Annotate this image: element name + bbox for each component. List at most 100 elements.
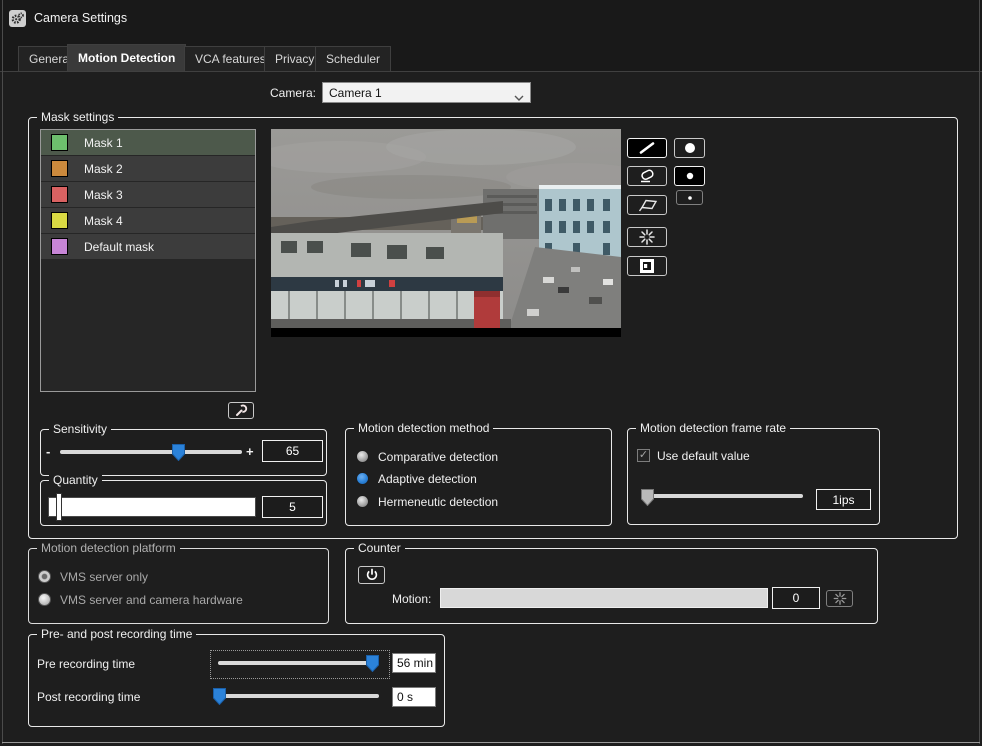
vms-server-only-radio[interactable]: [38, 570, 51, 583]
camera-preview[interactable]: [271, 129, 621, 337]
vms-server-and-camera-label: VMS server and camera hardware: [60, 593, 243, 607]
refresh-tool-button[interactable]: [627, 227, 667, 247]
mask-item-label: Mask 3: [84, 188, 123, 202]
frame-rate-value-field[interactable]: 1ips: [816, 489, 871, 510]
polygon-icon: [633, 197, 661, 213]
motion-detection-platform-title: Motion detection platform: [37, 541, 180, 555]
recording-time-title: Pre- and post recording time: [37, 627, 196, 641]
large-dot-icon: [683, 141, 697, 155]
use-default-value-label: Use default value: [657, 449, 750, 463]
starburst-icon: [636, 228, 658, 246]
pre-recording-time-label: Pre recording time: [37, 657, 135, 671]
window-border-right: [979, 0, 980, 744]
camera-label: Camera:: [240, 86, 316, 100]
eraser-tool-button[interactable]: [627, 166, 667, 186]
motion-detection-frame-rate-group: Motion detection frame rate: [627, 428, 880, 525]
pre-recording-slider-thumb[interactable]: [366, 655, 379, 672]
camera-dropdown[interactable]: Camera 1: [322, 82, 531, 103]
adaptive-detection-label: Adaptive detection: [378, 472, 477, 486]
sensitivity-slider-track[interactable]: [60, 450, 242, 454]
polygon-tool-button[interactable]: [627, 195, 667, 215]
mask-options-button[interactable]: [228, 402, 254, 419]
mask-item-label: Mask 4: [84, 214, 123, 228]
wrench-icon: [232, 404, 250, 417]
small-dot-icon: [685, 193, 695, 203]
quantity-slider-thumb[interactable]: [56, 493, 62, 521]
mask-list-item[interactable]: Mask 1: [41, 130, 255, 155]
mask-item-label: Mask 1: [84, 136, 123, 150]
sensitivity-value-field[interactable]: 65: [262, 440, 323, 462]
fill-region-tool-button[interactable]: [627, 256, 667, 276]
motion-detection-frame-rate-title: Motion detection frame rate: [636, 421, 790, 435]
motion-counter-label: Motion:: [392, 592, 431, 606]
mask-color-swatch: [51, 134, 68, 151]
mask-list-item[interactable]: Default mask: [41, 234, 255, 259]
vms-server-and-camera-radio[interactable]: [38, 593, 51, 606]
pre-recording-value-field[interactable]: 56 min: [392, 653, 436, 673]
pen-tool-button[interactable]: [627, 138, 667, 158]
post-recording-time-label: Post recording time: [37, 690, 140, 704]
hermeneutic-detection-radio[interactable]: [356, 495, 369, 508]
frame-rate-slider-thumb[interactable]: [641, 489, 654, 506]
mask-settings-title: Mask settings: [37, 110, 118, 124]
brush-size-medium-button[interactable]: [674, 166, 705, 186]
vms-server-only-label: VMS server only: [60, 570, 148, 584]
mask-list-item[interactable]: Mask 4: [41, 208, 255, 233]
post-recording-value-field[interactable]: 0 s: [392, 687, 436, 707]
window-title: Camera Settings: [34, 11, 127, 25]
motion-counter-value: 0: [772, 587, 820, 609]
hermeneutic-detection-label: Hermeneutic detection: [378, 495, 498, 509]
tab-motion-detection[interactable]: Motion Detection: [67, 44, 186, 71]
comparative-detection-label: Comparative detection: [378, 450, 498, 464]
brush-size-small-button[interactable]: [676, 190, 703, 205]
window-border-bottom: [2, 742, 980, 743]
sensitivity-title: Sensitivity: [49, 422, 111, 436]
preview-image: [271, 129, 621, 328]
counter-group: Counter: [345, 548, 878, 624]
sensitivity-decrease-button[interactable]: -: [46, 444, 50, 459]
starburst-icon: [831, 591, 849, 606]
motion-counter-bar: [440, 588, 768, 608]
quantity-slider-track[interactable]: [48, 497, 256, 517]
pen-icon: [635, 141, 659, 155]
power-icon: [365, 568, 379, 582]
use-default-value-checkbox[interactable]: ✓: [637, 449, 650, 462]
mask-list: Mask 1 Mask 2 Mask 3 Mask 4 Default mask: [40, 129, 256, 392]
window-border-left: [2, 0, 3, 744]
comparative-detection-radio[interactable]: [356, 450, 369, 463]
mask-list-item[interactable]: Mask 3: [41, 182, 255, 207]
tab-vca-features[interactable]: VCA features: [184, 46, 277, 71]
medium-dot-icon: [683, 169, 697, 183]
recording-time-group: Pre- and post recording time: [28, 634, 445, 727]
mask-color-swatch: [51, 212, 68, 229]
mask-item-label: Mask 2: [84, 162, 123, 176]
fill-region-icon: [637, 257, 657, 275]
mask-color-swatch: [51, 238, 68, 255]
titlebar: Camera Settings: [0, 0, 982, 36]
mask-list-item[interactable]: Mask 2: [41, 156, 255, 181]
motion-detection-platform-group: Motion detection platform: [28, 548, 329, 624]
quantity-title: Quantity: [49, 473, 102, 487]
pre-recording-slider-track[interactable]: [218, 661, 379, 665]
camera-dropdown-value: Camera 1: [329, 86, 382, 100]
sensitivity-increase-button[interactable]: +: [246, 444, 254, 459]
tab-scheduler[interactable]: Scheduler: [315, 46, 391, 71]
eraser-icon: [634, 168, 660, 184]
frame-rate-slider-track[interactable]: [645, 494, 803, 498]
adaptive-detection-radio[interactable]: [356, 472, 369, 485]
chevron-down-icon: [514, 90, 524, 104]
counter-reset-button[interactable]: [826, 590, 853, 607]
counter-title: Counter: [354, 541, 405, 555]
post-recording-slider-thumb[interactable]: [213, 688, 226, 705]
mask-item-label: Default mask: [84, 240, 154, 254]
tab-bar: General Motion Detection VCA features Pr…: [0, 36, 982, 72]
quantity-value-field[interactable]: 5: [262, 496, 323, 518]
brush-size-large-button[interactable]: [674, 138, 705, 158]
mask-color-swatch: [51, 160, 68, 177]
post-recording-slider-track[interactable]: [218, 694, 379, 698]
counter-power-button[interactable]: [358, 566, 385, 584]
gear-icon: [9, 10, 26, 27]
sensitivity-slider-thumb[interactable]: [172, 444, 185, 461]
mask-color-swatch: [51, 186, 68, 203]
motion-detection-method-title: Motion detection method: [354, 421, 493, 435]
